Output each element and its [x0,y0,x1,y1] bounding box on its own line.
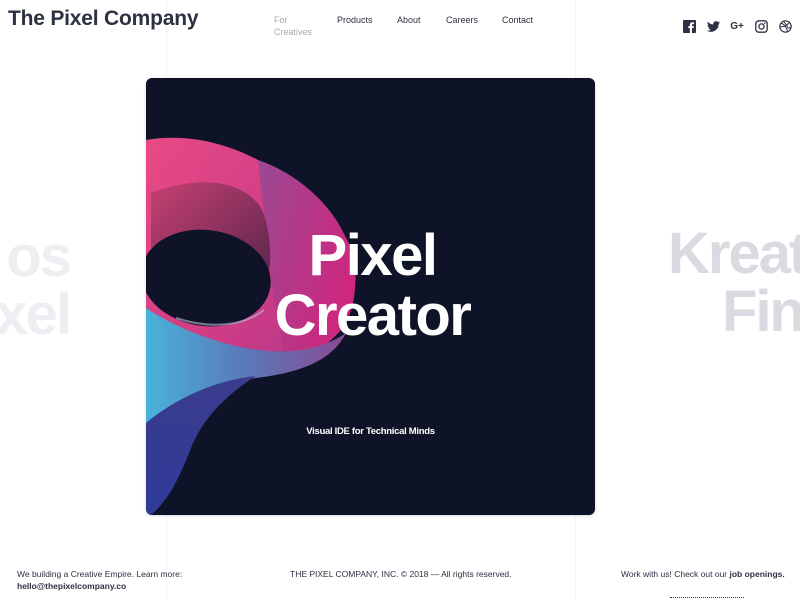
next-slide-peek[interactable]: Kreat Fin [668,225,800,341]
footer-careers-text: Work with us! Check out our [621,569,730,579]
instagram-icon[interactable] [754,19,768,33]
product-subtitle: Visual IDE for Technical Minds [306,426,435,437]
prev-slide-text-line2: xel [0,282,72,347]
google-plus-icon[interactable]: G+ [730,19,744,33]
job-openings-link[interactable]: job openings. [730,569,785,579]
nav-careers[interactable]: Careers [446,14,478,26]
nav-products[interactable]: Products [337,14,373,26]
company-logo[interactable]: The Pixel Company [8,7,199,31]
prev-slide-peek[interactable]: os xel [0,224,72,347]
nav-for-creatives[interactable]: For Creatives [274,14,324,38]
social-links: G+ [682,19,792,33]
nav-about[interactable]: About [397,14,421,26]
product-title-line1: Pixel [308,223,438,288]
twitter-icon[interactable] [706,19,720,33]
prev-slide-text-line1: os [6,224,72,289]
dribbble-icon[interactable] [778,19,792,33]
next-slide-text-line2: Fin [722,279,800,344]
product-card-pixel-creator[interactable]: Pixel Creator Visual IDE for Technical M… [146,78,595,515]
dotted-divider [670,597,744,598]
facebook-icon[interactable] [682,19,696,33]
product-title: Pixel Creator [146,226,595,346]
next-slide-text-line1: Kreat [668,221,800,286]
footer-email-link[interactable]: hello@thepixelcompany.co [17,581,126,591]
footer-careers: Work with us! Check out our job openings… [621,568,785,580]
product-title-line2: Creator [274,283,472,348]
footer-copyright: THE PIXEL COMPANY, INC. © 2018 — All rig… [290,569,512,579]
footer-about: We building a Creative Empire. Learn mor… [17,568,182,592]
nav-contact[interactable]: Contact [502,14,533,26]
footer-about-text: We building a Creative Empire. Learn mor… [17,569,183,579]
